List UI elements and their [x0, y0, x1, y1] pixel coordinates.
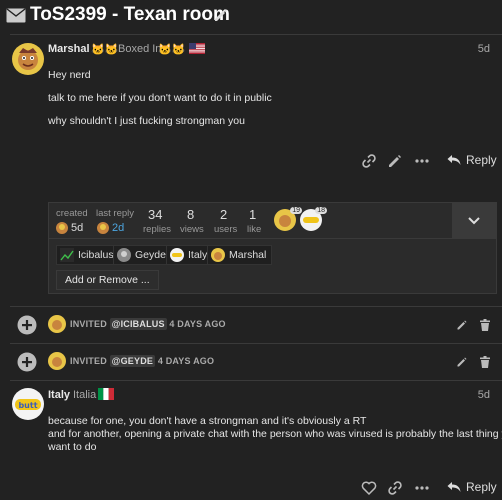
allowed-user-marshal[interactable]: Marshal — [207, 245, 273, 265]
post-line: because for one, you don't have a strong… — [48, 415, 367, 427]
reply-icon — [447, 482, 461, 492]
post-line: and for another, opening a private chat … — [48, 428, 502, 440]
actor-avatar[interactable] — [48, 315, 66, 333]
reply-icon — [447, 155, 461, 165]
edit-icon[interactable] — [456, 356, 468, 368]
post-line: talk to me here if you don't want to do … — [48, 92, 272, 104]
last-reply-avatar[interactable] — [97, 222, 109, 234]
likes-label: like — [247, 224, 262, 235]
allowed-user-name: Marshal — [229, 249, 267, 261]
icibalus-avatar — [60, 248, 74, 262]
created-label: created — [56, 208, 88, 219]
created-value: 5d — [71, 222, 84, 234]
replies-count: 34 — [148, 207, 163, 222]
allowed-user-name: Italy — [188, 249, 208, 261]
trash-icon[interactable] — [479, 356, 491, 368]
post-date[interactable]: 5d — [478, 43, 490, 55]
post-line: Hey nerd — [48, 69, 91, 81]
title-emoji-2: 🐱🐱 — [158, 44, 186, 56]
small-action-invite: INVITED @GEYDE 4 DAYS AGO — [0, 344, 502, 380]
views-label: views — [180, 224, 204, 235]
post-separator — [10, 380, 502, 381]
user-title: Italia — [73, 389, 97, 401]
us-flag-icon — [189, 43, 205, 54]
more-icon[interactable] — [414, 153, 430, 169]
reply-label: Reply — [466, 480, 497, 494]
italy-avatar-image: butt — [12, 388, 44, 420]
topic-header: ToS2399 - Texan room — [0, 0, 502, 32]
last-reply-label: last reply — [96, 208, 135, 219]
envelope-icon — [6, 8, 26, 23]
reply-label: Reply — [466, 153, 497, 167]
small-action-text: INVITED @GEYDE 4 DAYS AGO — [70, 355, 214, 367]
post-date[interactable]: 5d — [478, 389, 490, 401]
allowed-user-geyde[interactable]: Geyde — [113, 245, 172, 265]
plus-circle-icon — [17, 352, 37, 372]
italy-flag-icon — [98, 388, 114, 400]
allowed-user-icibalus[interactable]: Icibalus — [56, 245, 120, 265]
user-title: Boxed In — [118, 43, 162, 55]
topic-map-stats: created 5d last reply 2d 34 replies 8 vi… — [49, 203, 496, 239]
reply-button[interactable]: Reply — [447, 480, 497, 494]
link-icon[interactable] — [387, 480, 403, 496]
marshal-avatar — [211, 248, 225, 262]
users-label: users — [214, 224, 238, 235]
plus-circle-icon — [17, 315, 37, 335]
edit-title-icon[interactable] — [213, 7, 229, 23]
more-icon[interactable] — [414, 480, 430, 496]
users-count: 2 — [220, 207, 228, 222]
poster-count: 18 — [315, 207, 327, 214]
post-username[interactable]: Marshal — [48, 43, 90, 55]
page-title[interactable]: ToS2399 - Texan room — [30, 4, 230, 26]
trash-icon[interactable] — [479, 319, 491, 331]
post-line: why shouldn't I just fucking strongman y… — [48, 115, 245, 127]
poster-avatar-marshal[interactable]: 19 — [274, 207, 302, 231]
chevron-down-icon — [468, 217, 480, 225]
action-verb: INVITED — [70, 319, 107, 329]
geyde-avatar — [117, 248, 131, 262]
poster-avatar-italy[interactable]: 18 — [300, 207, 327, 231]
like-heart-icon[interactable] — [361, 480, 377, 496]
created-avatar[interactable] — [56, 222, 68, 234]
small-action-invite: INVITED @ICIBALUS 4 DAYS AGO — [0, 307, 502, 343]
avatar-italy[interactable]: butt — [12, 388, 44, 420]
svg-text:butt: butt — [18, 401, 37, 410]
title-emoji: 🐱🐱 — [91, 44, 119, 56]
edit-icon[interactable] — [387, 153, 403, 169]
small-action-text: INVITED @ICIBALUS 4 DAYS AGO — [70, 318, 226, 330]
reply-button[interactable]: Reply — [447, 153, 497, 167]
avatar-marshal[interactable] — [12, 43, 44, 75]
italy-avatar — [170, 248, 184, 262]
marshal-avatar-image — [12, 43, 44, 75]
post-separator — [10, 34, 502, 35]
link-icon[interactable] — [361, 153, 377, 169]
post-line: want to do — [48, 441, 97, 453]
add-or-remove-button[interactable]: Add or Remove ... — [56, 270, 159, 290]
action-time[interactable]: 4 DAYS AGO — [169, 319, 225, 329]
last-reply-value[interactable]: 2d — [112, 222, 124, 234]
topic-map: created 5d last reply 2d 34 replies 8 vi… — [48, 202, 497, 294]
allowed-user-name: Geyde — [135, 249, 166, 261]
allowed-user-name: Icibalus — [78, 249, 114, 261]
views-count: 8 — [187, 207, 195, 222]
action-time[interactable]: 4 DAYS AGO — [158, 356, 214, 366]
user-mention[interactable]: @GEYDE — [109, 355, 156, 367]
actor-avatar[interactable] — [48, 352, 66, 370]
user-mention[interactable]: @ICIBALUS — [109, 318, 167, 330]
post-username[interactable]: Italy — [48, 389, 70, 401]
expand-topic-map-button[interactable] — [452, 203, 496, 239]
action-verb: INVITED — [70, 356, 107, 366]
replies-label: replies — [143, 224, 171, 235]
edit-icon[interactable] — [456, 319, 468, 331]
likes-count: 1 — [249, 207, 257, 222]
